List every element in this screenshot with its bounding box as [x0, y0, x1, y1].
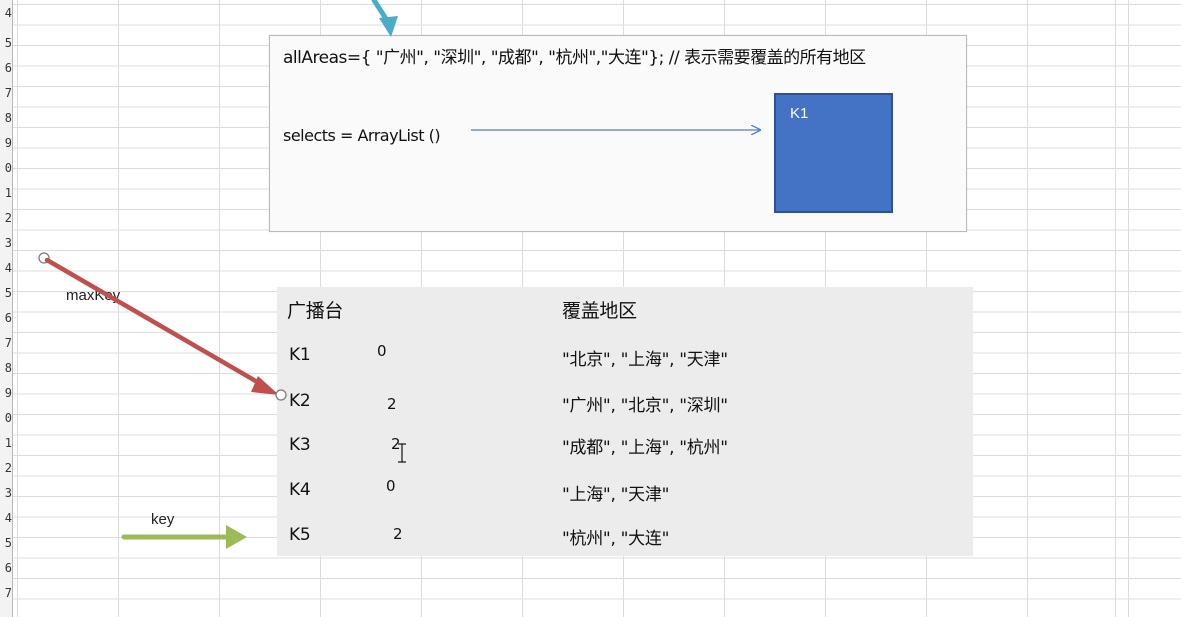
teal-arrow[interactable]	[371, 0, 398, 37]
text-cursor-icon	[398, 443, 406, 463]
key-arrow[interactable]	[121, 525, 247, 549]
arrow-overlay	[38, 0, 1181, 549]
max-key-arrow[interactable]	[38, 252, 287, 401]
